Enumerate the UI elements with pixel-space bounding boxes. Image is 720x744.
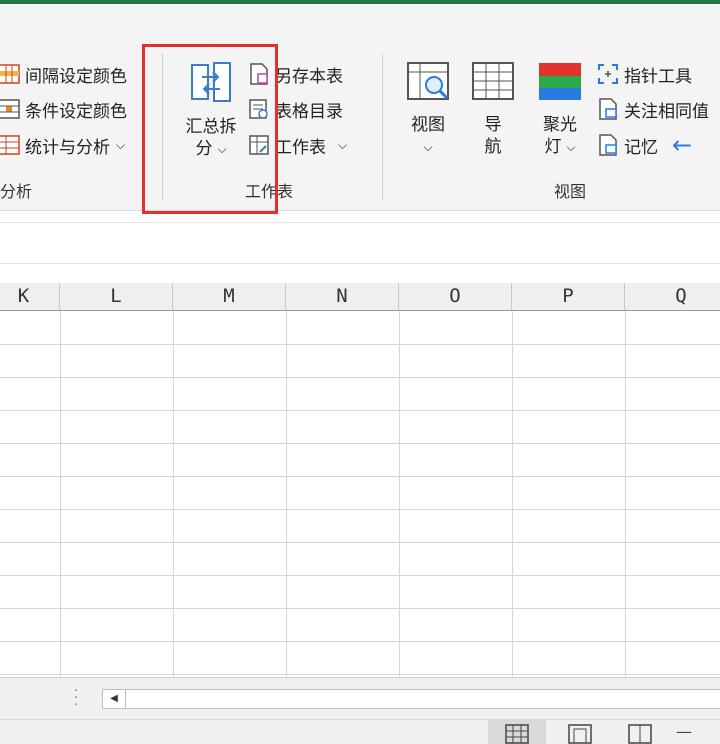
interval-color-icon xyxy=(0,64,20,84)
normal-view-icon xyxy=(505,724,529,744)
page-break-view-icon xyxy=(628,724,652,744)
column-header-o[interactable]: O xyxy=(399,283,512,310)
view-button[interactable]: 视图 ⌵ xyxy=(400,60,456,158)
navigation-button[interactable]: 导 航 xyxy=(468,60,518,158)
focus-same-value-icon xyxy=(599,98,617,120)
worksheet-label: 工作表 xyxy=(275,137,326,158)
navigation-label-line1: 导 xyxy=(484,115,502,135)
view-label: 视图 xyxy=(411,115,445,135)
cell-grid[interactable] xyxy=(0,311,720,677)
memory-label: 记忆 xyxy=(624,137,658,158)
chevron-down-icon: ⌵ xyxy=(338,137,348,152)
pointer-tool-button[interactable]: 指针工具 xyxy=(597,60,692,88)
highlight-frame xyxy=(142,44,278,214)
zoom-out-icon[interactable]: — xyxy=(676,722,692,741)
column-header-l[interactable]: L xyxy=(60,283,173,310)
interval-color-button[interactable]: 间隔设定颜色 xyxy=(0,60,127,88)
spotlight-button[interactable]: 聚光 灯 ⌵ xyxy=(530,60,590,158)
navigation-label-line2: 航 xyxy=(484,137,502,157)
navigation-grid-icon xyxy=(472,62,514,100)
column-header-m[interactable]: M xyxy=(173,283,286,310)
sheet-catalog-label: 表格目录 xyxy=(275,101,343,122)
group-divider xyxy=(382,54,383,200)
scroll-left-arrow-icon[interactable]: ◀ xyxy=(103,690,126,708)
spotlight-label-line2: 灯 xyxy=(544,137,562,157)
spotlight-icon xyxy=(539,63,581,100)
page-layout-view-button[interactable] xyxy=(560,720,600,744)
back-arrow-icon[interactable]: ← xyxy=(672,131,692,159)
formula-bar[interactable] xyxy=(0,222,720,264)
splitter-handle-icon[interactable]: · · · xyxy=(74,684,78,712)
memory-button[interactable]: 记忆 ← xyxy=(597,131,692,159)
pointer-tool-label: 指针工具 xyxy=(624,66,692,87)
view-magnifier-icon xyxy=(407,62,449,100)
column-header-row: K L M N O P Q xyxy=(0,283,720,312)
statistics-analysis-button[interactable]: 统计与分析 ⌵ xyxy=(0,131,125,159)
statistics-analysis-label: 统计与分析 xyxy=(25,137,110,158)
page-break-view-button[interactable] xyxy=(620,720,660,744)
condition-color-icon xyxy=(0,99,20,119)
memory-icon xyxy=(599,134,617,156)
save-sheet-label: 另存本表 xyxy=(275,66,343,87)
normal-view-button[interactable] xyxy=(488,720,546,744)
column-header-k[interactable]: K xyxy=(0,283,60,310)
chevron-down-icon: ⌵ xyxy=(116,137,126,152)
analysis-group-label: 分析 xyxy=(0,182,33,201)
view-group-label: 视图 xyxy=(554,182,587,201)
column-header-p[interactable]: P xyxy=(512,283,625,310)
status-bar: — xyxy=(0,719,720,744)
ribbon: 间隔设定颜色 条件设定颜色 统计与分析 ⌵ 分析 汇总拆 分 ⌵ 另存本表 表格… xyxy=(0,4,720,214)
chevron-down-icon: ⌵ xyxy=(566,140,576,154)
column-header-n[interactable]: N xyxy=(286,283,399,310)
statistics-table-icon xyxy=(0,135,20,155)
chevron-down-icon: ⌵ xyxy=(423,140,433,154)
column-header-q[interactable]: Q xyxy=(625,283,720,310)
spotlight-label-line1: 聚光 xyxy=(543,115,577,135)
condition-color-label: 条件设定颜色 xyxy=(25,101,127,122)
focus-same-value-label: 关注相同值 xyxy=(624,101,709,122)
horizontal-scrollbar[interactable]: ◀ xyxy=(102,689,720,709)
interval-color-label: 间隔设定颜色 xyxy=(25,66,127,87)
page-layout-view-icon xyxy=(568,724,592,744)
condition-color-button[interactable]: 条件设定颜色 xyxy=(0,95,127,123)
pointer-tool-icon xyxy=(598,64,618,84)
focus-same-value-button[interactable]: 关注相同值 xyxy=(597,95,709,123)
grid-lines xyxy=(0,311,720,677)
sheet-tab-bar: · · · ◀ xyxy=(0,677,720,720)
